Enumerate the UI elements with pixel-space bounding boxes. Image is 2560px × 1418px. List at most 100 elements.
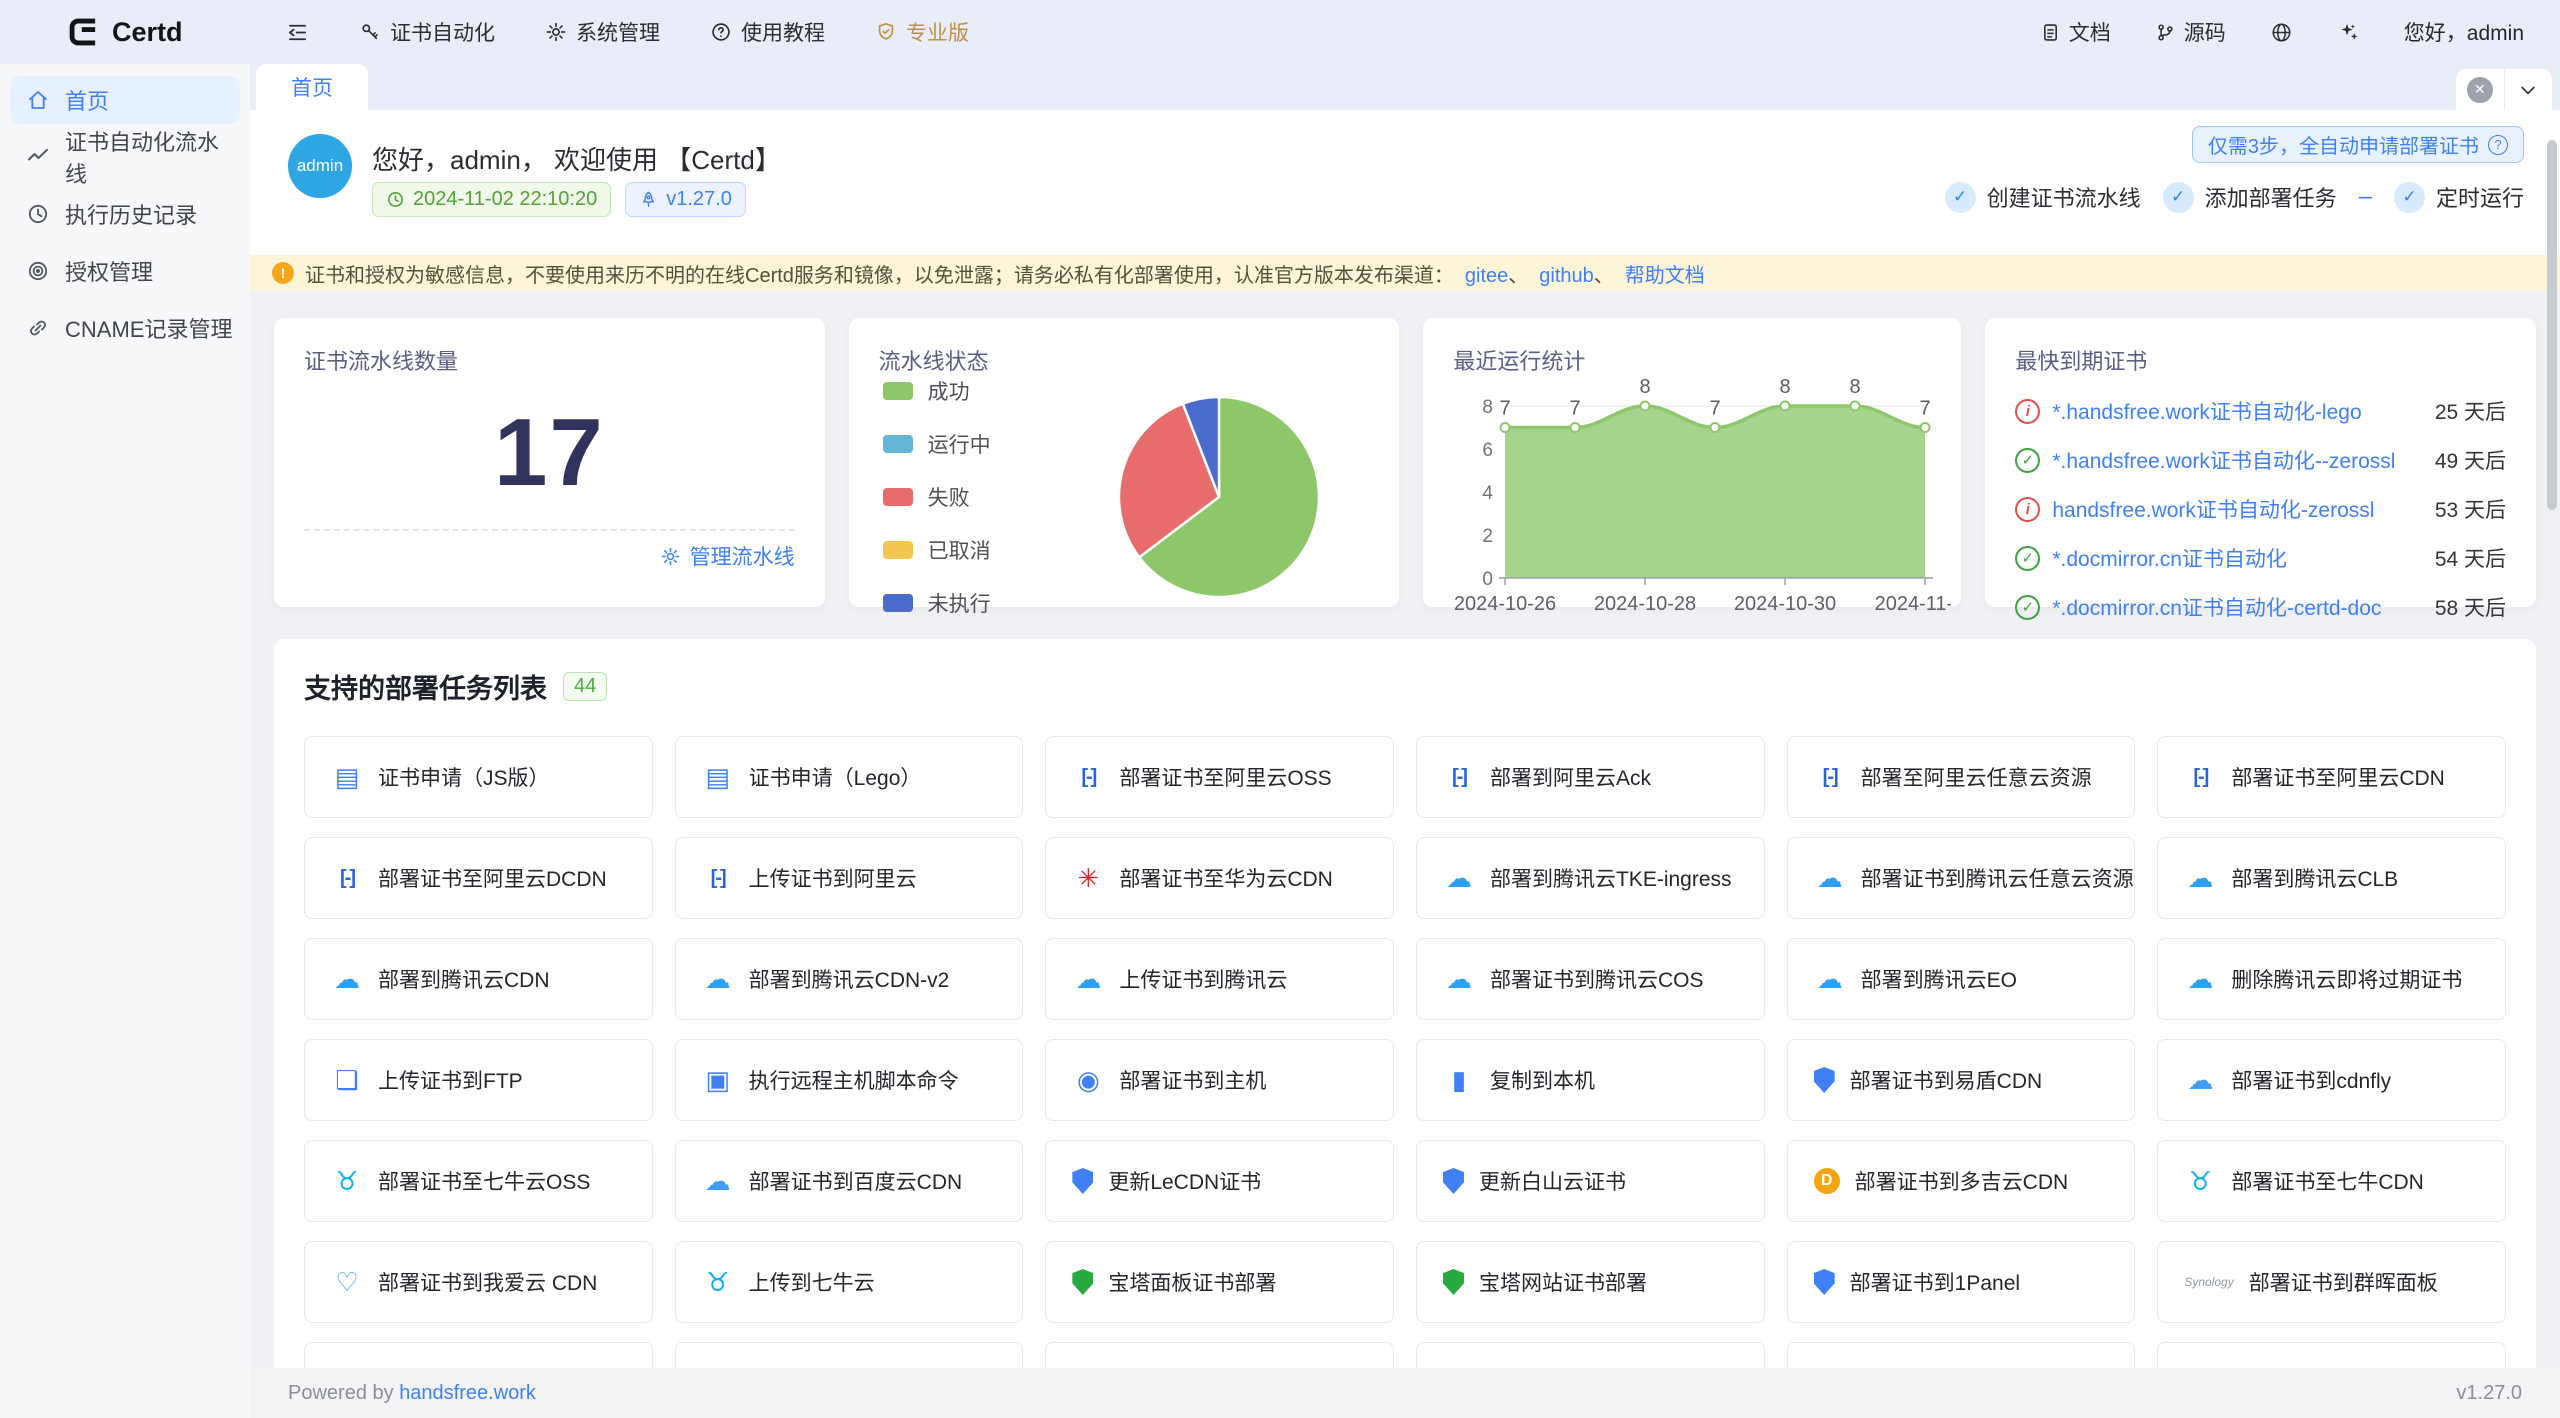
task-card[interactable]: ☁部署到腾讯云CDN-v2 bbox=[675, 938, 1024, 1020]
menu-system-settings[interactable]: 系统管理 bbox=[545, 17, 660, 47]
data-point[interactable] bbox=[1641, 402, 1650, 411]
tab-home[interactable]: 首页 bbox=[256, 64, 368, 110]
task-card[interactable]: [-]部署证书至阿里云DCDN bbox=[304, 837, 653, 919]
sidebar-item-home[interactable]: 首页 bbox=[10, 76, 240, 124]
host-upload-icon: ◉ bbox=[1072, 1065, 1104, 1096]
cert-link[interactable]: handsfree.work证书自动化-zerossl bbox=[2052, 494, 2422, 524]
data-point-label: 8 bbox=[1780, 378, 1791, 398]
check-circle-icon: ✓ bbox=[2163, 182, 2194, 213]
sidebar-item-history[interactable]: 执行历史记录 bbox=[10, 190, 240, 238]
docs-link[interactable]: 文档 bbox=[2040, 17, 2111, 47]
task-card[interactable]: ☁部署证书到腾讯云任意云资源 bbox=[1787, 837, 2136, 919]
sidebar-item-cname-records[interactable]: CNAME记录管理 bbox=[10, 304, 240, 352]
language-globe-icon[interactable] bbox=[2270, 21, 2293, 44]
task-card[interactable]: 部署证书到易盾CDN bbox=[1787, 1039, 2136, 1121]
sidebar-item-authorization[interactable]: 授权管理 bbox=[10, 247, 240, 295]
task-card[interactable]: [-]部署证书至阿里云OSS bbox=[1045, 736, 1394, 818]
step-create-pipeline[interactable]: ✓ 创建证书流水线 bbox=[1945, 181, 2141, 213]
legend-item[interactable]: 失败 bbox=[883, 482, 991, 512]
task-card[interactable]: [-]部署至阿里云任意云资源 bbox=[1787, 736, 2136, 818]
menu-tutorial[interactable]: 使用教程 bbox=[710, 17, 825, 47]
task-card[interactable]: ♉部署证书至七牛CDN bbox=[2157, 1140, 2506, 1222]
task-card[interactable]: ☁删除腾讯云即将过期证书 bbox=[2157, 938, 2506, 1020]
source-code-link[interactable]: 源码 bbox=[2155, 17, 2226, 47]
task-card[interactable]: D部署证书到多吉云CDN bbox=[1787, 1140, 2136, 1222]
legend-item[interactable]: 未执行 bbox=[883, 588, 991, 618]
menu-cert-automation[interactable]: 证书自动化 bbox=[359, 17, 495, 47]
sparkles-icon[interactable] bbox=[2337, 21, 2360, 44]
cert-link[interactable]: *.handsfree.work证书自动化-lego bbox=[2052, 396, 2422, 426]
cloud-icon: ☁ bbox=[702, 1166, 734, 1197]
sidebar-item-pipelines[interactable]: 证书自动化流水线 bbox=[10, 133, 240, 181]
task-card[interactable]: Synology部署证书到群晖面板 bbox=[2157, 1241, 2506, 1323]
help-docs-link[interactable]: 帮助文档 bbox=[1625, 265, 1705, 287]
aliyun-icon: [-] bbox=[702, 867, 734, 890]
menu-pro-version[interactable]: 专业版 bbox=[875, 17, 969, 47]
brand[interactable]: Certd bbox=[0, 15, 250, 49]
promo-pill[interactable]: 仅需3步，全自动申请部署证书 ? bbox=[2192, 126, 2524, 163]
data-point[interactable] bbox=[1501, 423, 1510, 432]
data-point[interactable] bbox=[1711, 423, 1720, 432]
task-card[interactable]: ▤证书申请（JS版） bbox=[304, 736, 653, 818]
close-tab-button[interactable]: ✕ bbox=[2456, 69, 2504, 110]
avatar[interactable]: admin bbox=[288, 134, 352, 198]
data-point[interactable] bbox=[1921, 423, 1930, 432]
task-card[interactable]: ☁部署到腾讯云CLB bbox=[2157, 837, 2506, 919]
legend-label: 成功 bbox=[928, 376, 970, 406]
pie-legend: 成功 运行中 失败 已取消 未执行 bbox=[883, 376, 991, 618]
link-icon bbox=[26, 316, 50, 340]
task-card[interactable]: 部署证书到1Panel bbox=[1787, 1241, 2136, 1323]
task-card[interactable]: ☁部署证书到百度云CDN bbox=[675, 1140, 1024, 1222]
scrollbar-thumb[interactable] bbox=[2547, 140, 2557, 510]
cert-link[interactable]: *.handsfree.work证书自动化--zerossl bbox=[2052, 445, 2422, 475]
user-greeting[interactable]: 您好，admin bbox=[2404, 17, 2524, 47]
data-point[interactable] bbox=[1571, 423, 1580, 432]
task-card[interactable]: [-]部署证书至阿里云CDN bbox=[2157, 736, 2506, 818]
task-card[interactable]: 更新LeCDN证书 bbox=[1045, 1140, 1394, 1222]
version-text: v1.27.0 bbox=[666, 188, 732, 211]
status-pie-chart bbox=[1113, 391, 1325, 603]
collapse-sidebar-icon[interactable] bbox=[286, 21, 309, 44]
task-card[interactable]: ♡部署证书到我爱云 CDN bbox=[304, 1241, 653, 1323]
task-card[interactable]: ☁部署到腾讯云CDN bbox=[304, 938, 653, 1020]
legend-item[interactable]: 运行中 bbox=[883, 429, 991, 459]
data-point[interactable] bbox=[1851, 402, 1860, 411]
task-card[interactable]: ♉部署证书至七牛云OSS bbox=[304, 1140, 653, 1222]
task-card[interactable]: ☁部署证书到cdnfly bbox=[2157, 1039, 2506, 1121]
task-card[interactable]: ☁上传证书到腾讯云 bbox=[1045, 938, 1394, 1020]
task-card[interactable]: ☁部署到腾讯云EO bbox=[1787, 938, 2136, 1020]
handsfree-link[interactable]: handsfree.work bbox=[399, 1382, 536, 1404]
task-card[interactable]: ▮复制到本机 bbox=[1416, 1039, 1765, 1121]
task-card[interactable]: ♉上传到七牛云 bbox=[675, 1241, 1024, 1323]
task-card[interactable]: 更新白山云证书 bbox=[1416, 1140, 1765, 1222]
footer-version: v1.27.0 bbox=[2456, 1382, 2522, 1405]
data-point[interactable] bbox=[1781, 402, 1790, 411]
version-badge[interactable]: v1.27.0 bbox=[625, 182, 746, 217]
task-card[interactable]: [-]上传证书到阿里云 bbox=[675, 837, 1024, 919]
task-card[interactable]: ◉部署证书到主机 bbox=[1045, 1039, 1394, 1121]
task-card[interactable]: ▣执行远程主机脚本命令 bbox=[675, 1039, 1024, 1121]
cert-link[interactable]: *.docmirror.cn证书自动化 bbox=[2052, 543, 2422, 573]
task-card[interactable]: [-]部署到阿里云Ack bbox=[1416, 736, 1765, 818]
task-card[interactable]: ▤证书申请（Lego） bbox=[675, 736, 1024, 818]
manage-pipelines-link[interactable]: 管理流水线 bbox=[304, 531, 795, 581]
cert-link[interactable]: *.docmirror.cn证书自动化-certd-doc bbox=[2052, 592, 2422, 622]
task-card[interactable]: ☁部署证书到腾讯云COS bbox=[1416, 938, 1765, 1020]
certificate-icon: ▤ bbox=[702, 762, 734, 793]
step-add-deploy-task[interactable]: ✓ 添加部署任务 bbox=[2163, 181, 2337, 213]
task-card[interactable]: ☁部署到腾讯云TKE-ingress bbox=[1416, 837, 1765, 919]
menu-label: 系统管理 bbox=[576, 17, 660, 47]
github-link[interactable]: github bbox=[1539, 265, 1594, 287]
task-card[interactable]: ✳部署证书至华为云CDN bbox=[1045, 837, 1394, 919]
task-card[interactable]: 宝塔网站证书部署 bbox=[1416, 1241, 1765, 1323]
step-scheduled-run[interactable]: ✓ 定时运行 bbox=[2394, 181, 2524, 213]
legend-label: 运行中 bbox=[928, 429, 991, 459]
gitee-link[interactable]: gitee bbox=[1465, 265, 1508, 287]
legend-item[interactable]: 成功 bbox=[883, 376, 991, 406]
legend-item[interactable]: 已取消 bbox=[883, 535, 991, 565]
tencent-cloud-icon: ☁ bbox=[2184, 863, 2216, 894]
tasks-grid: ▤证书申请（JS版） ▤证书申请（Lego） [-]部署证书至阿里云OSS [-… bbox=[304, 736, 2506, 1418]
task-card[interactable]: ❏上传证书到FTP bbox=[304, 1039, 653, 1121]
task-card[interactable]: 宝塔面板证书部署 bbox=[1045, 1241, 1394, 1323]
tab-menu-button[interactable] bbox=[2504, 69, 2553, 110]
